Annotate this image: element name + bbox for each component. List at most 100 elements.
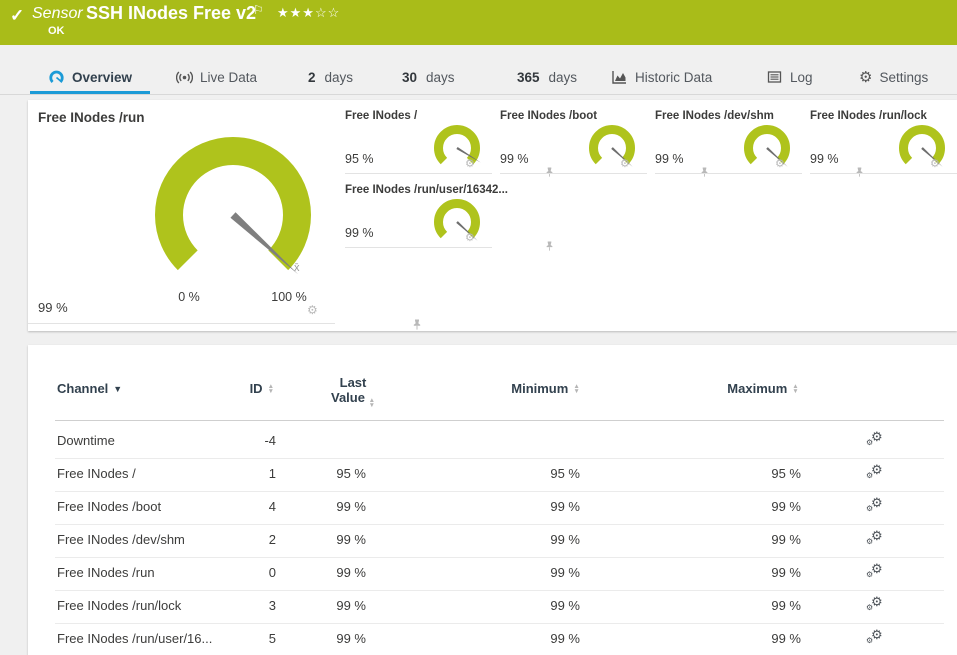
- table-row: Free INodes / 1 95 % 95 % 95 % ⚙ ⚙: [55, 458, 944, 492]
- gauge-settings-gear-icon[interactable]: ⚙: [620, 159, 630, 170]
- column-label: Value: [330, 390, 365, 405]
- flag-icon: ⚐: [253, 3, 264, 17]
- gauge-settings-gear-icon[interactable]: ⚙: [307, 304, 318, 316]
- tab-log[interactable]: Log: [766, 60, 813, 94]
- gauge-value: 99 %: [38, 300, 68, 315]
- maximum-value: 99 %: [771, 532, 801, 547]
- pin-icon[interactable]: [545, 241, 554, 252]
- tab-2-days[interactable]: 2 days: [308, 60, 353, 94]
- tab-settings[interactable]: ⚙ Settings: [859, 60, 928, 94]
- column-header-last-value[interactable]: Last Value ▲ ▼: [313, 375, 393, 409]
- sensor-kind-label: Sensor: [32, 5, 83, 22]
- channel-settings-gears-icon[interactable]: ⚙ ⚙: [866, 429, 884, 448]
- tab-30-days[interactable]: 30 days: [402, 60, 455, 94]
- table-row: Free INodes /run/lock 3 99 % 99 % 99 % ⚙…: [55, 590, 944, 624]
- channel-id: 5: [268, 631, 276, 646]
- channel-settings-gears-icon[interactable]: ⚙ ⚙: [866, 561, 884, 580]
- tab-number: 365: [517, 69, 540, 85]
- minimum-value: 99 %: [550, 631, 580, 646]
- channel-gauge-card[interactable]: Free INodes /boot 99 % ⚙: [500, 108, 708, 177]
- last-value: 99 %: [336, 565, 366, 580]
- status-ok-check-icon: ✓: [10, 6, 25, 25]
- tab-live-data[interactable]: Live Data: [176, 60, 257, 94]
- gauge-value: 99 %: [345, 226, 374, 240]
- channel-settings-gears-icon[interactable]: ⚙ ⚙: [866, 594, 884, 613]
- minimum-value: 99 %: [550, 499, 580, 514]
- sort-icon: ▲ ▼: [368, 397, 376, 409]
- column-label: Channel: [57, 381, 109, 396]
- live-data-icon: [176, 70, 193, 84]
- channel-gauge-card[interactable]: Free INodes /run/user/16342... 99 % ⚙: [345, 182, 553, 251]
- chart-icon: [612, 71, 626, 84]
- channel-gauge-card[interactable]: Free INodes / 95 % ⚙: [345, 108, 553, 177]
- sensor-title: SSH INodes Free v2: [86, 3, 257, 23]
- last-value: 99 %: [336, 499, 366, 514]
- channel-gauge-card[interactable]: Free INodes /dev/shm 99 % ⚙: [655, 108, 863, 177]
- channel-name: Free INodes /boot: [57, 499, 162, 514]
- stars-empty: ☆☆: [314, 5, 341, 20]
- gauge-chart: [899, 125, 945, 167]
- tab-overview[interactable]: Overview: [30, 60, 151, 94]
- active-tab-underline: [30, 91, 151, 94]
- gauge-chart: [434, 199, 480, 241]
- channel-settings-gears-icon[interactable]: ⚙ ⚙: [866, 462, 884, 481]
- gauge-settings-gear-icon[interactable]: ⚙: [465, 159, 475, 170]
- gauge-icon: [49, 70, 64, 83]
- table-row: Free INodes /dev/shm 2 99 % 99 % 99 % ⚙ ⚙: [55, 524, 944, 558]
- minimum-value: 99 %: [550, 565, 580, 580]
- tab-historic-data[interactable]: Historic Data: [611, 60, 712, 94]
- gauge-value: 99 %: [655, 152, 684, 166]
- column-label: Maximum: [727, 381, 788, 396]
- last-value: 95 %: [336, 466, 366, 481]
- tab-label: days: [426, 69, 455, 85]
- channel-id: 1: [268, 466, 276, 481]
- table-header-row: Channel ▼ ID ▲ ▼ Last Value ▲ ▼ Minimum ▲ ▼…: [28, 375, 957, 421]
- tab-label: Live Data: [200, 69, 258, 85]
- channel-settings-gears-icon[interactable]: ⚙ ⚙: [866, 495, 884, 514]
- table-row: Free INodes /run/user/16... 5 99 % 99 % …: [55, 623, 944, 655]
- tab-label: days: [548, 69, 578, 85]
- column-header-minimum[interactable]: Minimum ▲ ▼: [488, 381, 603, 396]
- channel-settings-gears-icon[interactable]: ⚙ ⚙: [866, 627, 884, 646]
- gauge-title: Free INodes /run: [38, 110, 145, 125]
- gauge-value: 99 %: [810, 152, 839, 166]
- sort-desc-icon: ▼: [113, 383, 123, 394]
- pin-icon[interactable]: [412, 319, 422, 331]
- priority-stars[interactable]: ★★★☆☆: [277, 5, 340, 21]
- table-row: Free INodes /run 0 99 % 99 % 99 % ⚙ ⚙: [55, 557, 944, 591]
- tab-label: Overview: [72, 69, 133, 85]
- gauge-value: 95 %: [345, 152, 374, 166]
- primary-gauge-card: Free INodes /run x̄ 0 % 100 % 99 % ⚙: [28, 100, 421, 330]
- gauge-scale-max: 100 %: [271, 290, 307, 304]
- channel-gauge-card[interactable]: Free INodes /run/lock 99 % ⚙: [810, 108, 957, 174]
- gauge-settings-gear-icon[interactable]: ⚙: [775, 159, 785, 170]
- sensor-page: ✓ Sensor SSH INodes Free v2 ⚐ ★★★☆☆ OK O…: [0, 0, 957, 655]
- maximum-value: 99 %: [771, 598, 801, 613]
- column-header-id[interactable]: ID ▲ ▼: [208, 381, 274, 396]
- header-divider: [55, 420, 944, 421]
- gauge-settings-gear-icon[interactable]: ⚙: [465, 233, 475, 244]
- column-header-channel[interactable]: Channel ▼: [57, 381, 122, 396]
- minimum-value: 95 %: [550, 466, 580, 481]
- column-label: Minimum: [511, 381, 569, 396]
- minimum-value: 99 %: [550, 598, 580, 613]
- gauge-settings-gear-icon[interactable]: ⚙: [930, 159, 940, 170]
- status-badge: OK: [48, 25, 65, 37]
- average-marker: x̄: [294, 262, 300, 274]
- sort-icon: ▲ ▼: [792, 382, 799, 395]
- column-header-maximum[interactable]: Maximum ▲ ▼: [703, 381, 823, 396]
- gauge-chart: [744, 125, 790, 167]
- tab-number: 30: [402, 69, 418, 85]
- channels-table-panel: Channel ▼ ID ▲ ▼ Last Value ▲ ▼ Minimum ▲ ▼…: [28, 345, 957, 655]
- column-label: Last: [339, 375, 367, 390]
- channel-id: 2: [268, 532, 276, 547]
- tab-number: 2: [308, 69, 316, 85]
- stars-filled: ★★★: [277, 5, 315, 20]
- channel-settings-gears-icon[interactable]: ⚙ ⚙: [866, 528, 884, 547]
- tab-label: Log: [790, 69, 813, 85]
- tab-365-days[interactable]: 365 days: [517, 60, 577, 94]
- channel-id: 4: [268, 499, 276, 514]
- channel-name: Free INodes /run/user/16...: [57, 631, 213, 646]
- maximum-value: 99 %: [771, 499, 801, 514]
- channel-id: 3: [268, 598, 276, 613]
